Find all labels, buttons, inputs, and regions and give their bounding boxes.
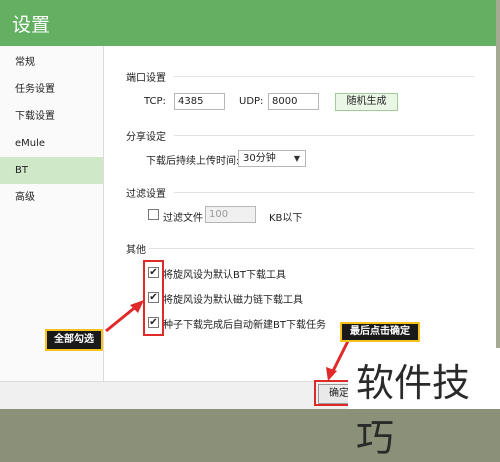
window-title: 设置: [12, 14, 51, 36]
share-section-title: 分享设定: [126, 132, 166, 143]
arrow-icon: [105, 300, 144, 333]
tcp-label: TCP:: [144, 96, 166, 107]
sidebar-item-download-settings[interactable]: 下载设置: [0, 103, 103, 130]
sidebar-item-task-settings[interactable]: 任务设置: [0, 76, 103, 103]
udp-port-input[interactable]: 8000: [268, 93, 319, 110]
default-bt-tool-label: 将旋风设为默认BT下载工具: [163, 270, 286, 281]
port-section-title: 端口设置: [126, 73, 166, 84]
filter-file-checkbox[interactable]: [148, 209, 159, 220]
upload-duration-label: 下载后持续上传时间:: [146, 156, 240, 167]
section-divider: [174, 76, 474, 77]
random-generate-button[interactable]: 随机生成: [335, 93, 398, 111]
section-divider: [174, 192, 474, 193]
sidebar-item-emule[interactable]: eMule: [0, 130, 103, 157]
click-ok-callout: 最后点击确定: [340, 322, 420, 342]
upload-duration-value: 30分钟: [243, 153, 276, 164]
title-bar[interactable]: 设置: [0, 0, 496, 46]
watermark: 软件技巧: [348, 348, 500, 460]
filter-unit-label: KB以下: [269, 213, 303, 224]
filter-section-title: 过滤设置: [126, 189, 166, 200]
sidebar-item-advanced[interactable]: 高级: [0, 184, 103, 211]
section-divider: [174, 135, 474, 136]
auto-create-bt-task-label: 种子下载完成后自动新建BT下载任务: [163, 320, 326, 331]
other-section-title: 其他: [126, 245, 146, 256]
upload-duration-select[interactable]: 30分钟 ▼: [238, 150, 306, 167]
select-all-callout: 全部勾选: [45, 329, 103, 351]
tcp-port-input[interactable]: 4385: [174, 93, 225, 110]
chevron-down-icon: ▼: [293, 154, 300, 163]
filter-file-label: 过滤文件: [163, 213, 203, 224]
section-divider: [149, 248, 474, 249]
udp-label: UDP:: [239, 96, 264, 107]
default-magnet-tool-label: 将旋风设为默认磁力链下载工具: [163, 295, 303, 306]
sidebar-item-general[interactable]: 常规: [0, 49, 103, 76]
filter-size-input[interactable]: 100: [205, 206, 256, 223]
sidebar-item-bt[interactable]: BT: [0, 157, 103, 184]
watermark-text: 软件技巧: [356, 361, 471, 460]
